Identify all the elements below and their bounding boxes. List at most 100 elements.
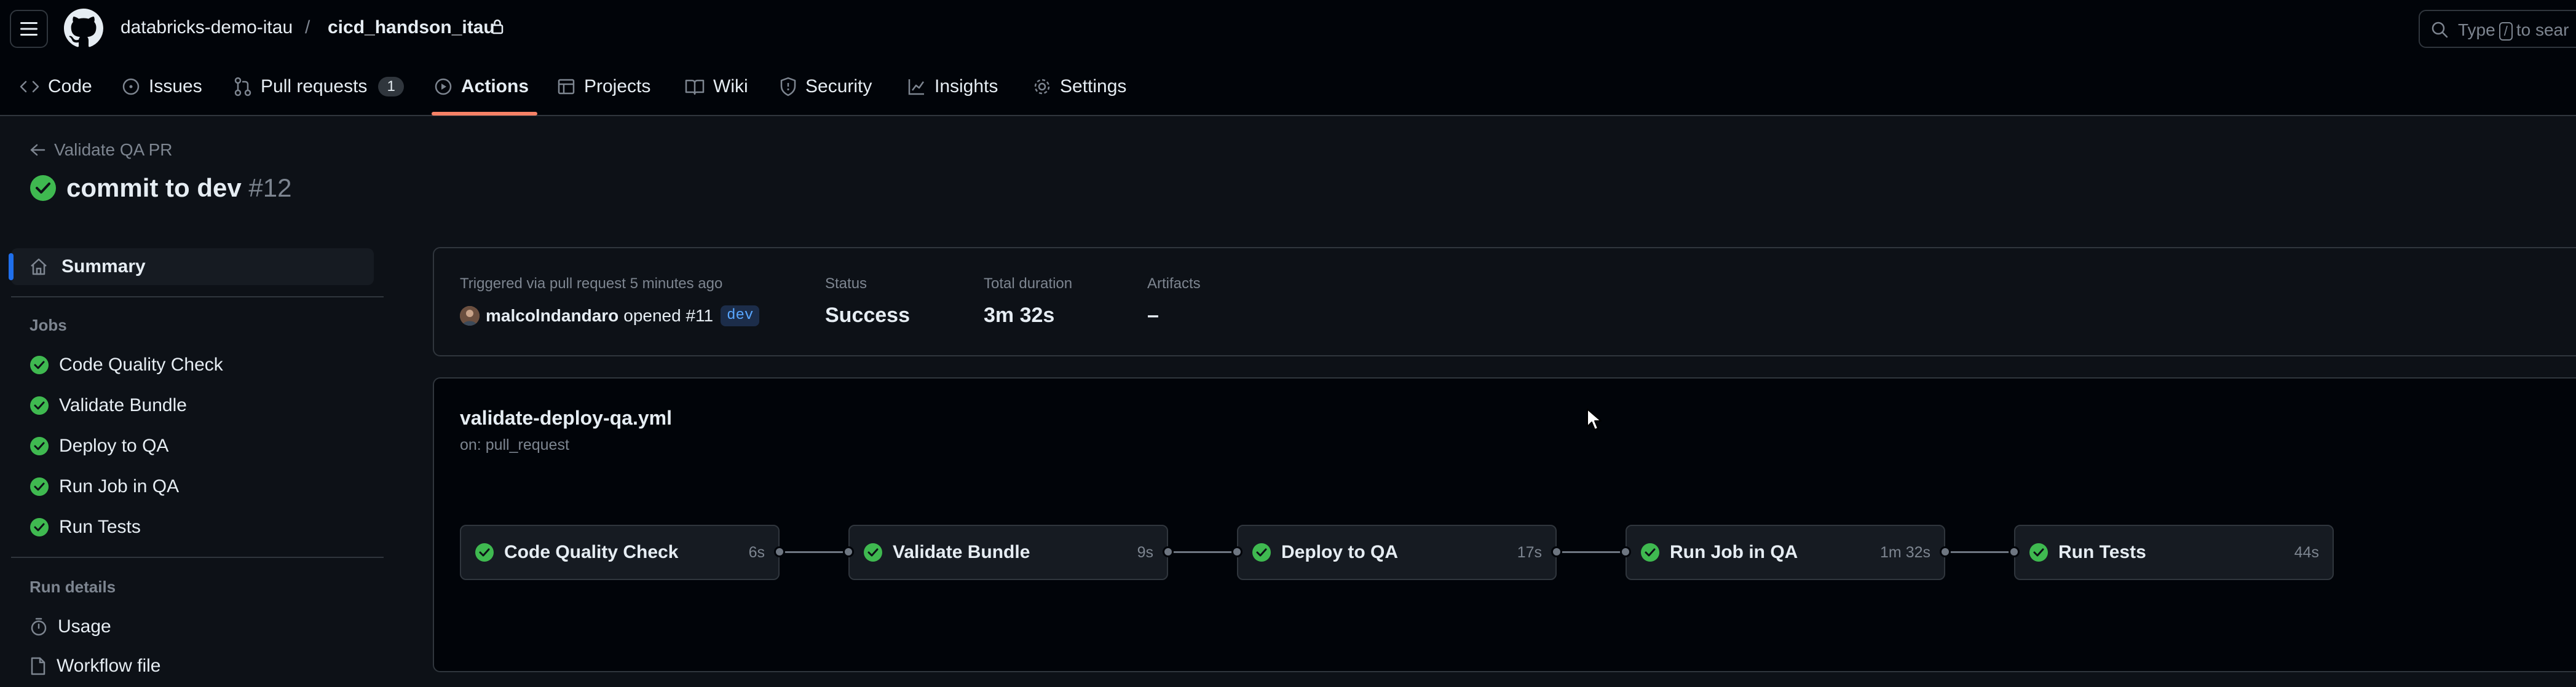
- table-icon: [558, 79, 575, 94]
- sidebar-usage-label: Usage: [58, 616, 111, 637]
- job-node-run-tests[interactable]: Run Tests 44s: [2014, 525, 2334, 580]
- job-node-code-quality-check[interactable]: Code Quality Check 6s: [460, 525, 780, 580]
- job-name: Code Quality Check: [504, 542, 679, 562]
- success-check-icon: [475, 543, 494, 562]
- sidebar-job-label: Run Job in QA: [59, 476, 180, 497]
- success-check-icon: [864, 543, 882, 562]
- search-input[interactable]: Type / to sear: [2419, 10, 2576, 48]
- tab-issues-label: Issues: [149, 76, 202, 96]
- duration-label: Total duration: [984, 275, 1073, 292]
- tab-pull-requests[interactable]: Pull requests 1: [234, 58, 404, 115]
- success-check-icon: [30, 175, 56, 201]
- tab-insights[interactable]: Insights: [907, 58, 998, 115]
- tab-projects[interactable]: Projects: [557, 58, 650, 115]
- tab-pull-requests-label: Pull requests: [261, 76, 368, 96]
- sidebar-job-code-quality-check[interactable]: Code Quality Check: [30, 349, 223, 381]
- sidebar-job-label: Code Quality Check: [59, 355, 223, 375]
- workflow-trigger: on: pull_request: [460, 436, 569, 453]
- tab-code[interactable]: Code: [20, 58, 92, 115]
- sidebar-item-summary[interactable]: Summary: [9, 248, 374, 285]
- file-icon: [31, 657, 45, 675]
- connector-dot: [843, 546, 854, 557]
- search-placeholder: Type / to sear: [2458, 20, 2569, 41]
- success-check-icon: [30, 518, 49, 536]
- sidebar-job-deploy-to-qa[interactable]: Deploy to QA: [30, 430, 168, 462]
- job-connector: [1557, 551, 1624, 553]
- hamburger-icon: [20, 22, 38, 36]
- job-connector: [1945, 551, 2013, 553]
- tab-wiki-label: Wiki: [713, 76, 748, 96]
- job-node-run-job-in-qa[interactable]: Run Job in QA 1m 32s: [1626, 525, 1945, 580]
- branch-badge[interactable]: dev: [721, 305, 760, 326]
- status-value: Success: [825, 304, 910, 327]
- job-duration: 17s: [1517, 543, 1542, 561]
- job-name: Validate Bundle: [893, 542, 1030, 562]
- sidebar-job-run-tests[interactable]: Run Tests: [30, 511, 141, 543]
- job-duration: 6s: [748, 543, 765, 561]
- job-name: Deploy to QA: [1281, 542, 1399, 562]
- sidebar-item-usage[interactable]: Usage: [30, 611, 111, 643]
- search-shortcut-key: /: [2499, 22, 2513, 41]
- connector-dot: [1620, 546, 1631, 557]
- connector-dot: [2009, 546, 2020, 557]
- sidebar-job-validate-bundle[interactable]: Validate Bundle: [30, 390, 187, 422]
- tab-security[interactable]: Security: [780, 58, 872, 115]
- active-item-indicator: [9, 253, 14, 280]
- job-duration: 9s: [1137, 543, 1153, 561]
- active-tab-indicator: [432, 112, 537, 116]
- success-check-icon: [1252, 543, 1271, 562]
- job-node-validate-bundle[interactable]: Validate Bundle 9s: [848, 525, 1168, 580]
- tab-insights-label: Insights: [934, 76, 998, 96]
- global-header: databricks-demo-itau / cicd_handson_itau…: [0, 0, 2576, 58]
- stopwatch-icon: [31, 618, 47, 636]
- jobs-heading: Jobs: [30, 316, 67, 334]
- gear-icon: [1034, 79, 1050, 94]
- trigger-action[interactable]: opened #11: [623, 306, 713, 326]
- sidebar-job-label: Validate Bundle: [59, 395, 187, 415]
- avatar[interactable]: [460, 306, 480, 326]
- mouse-cursor-icon: [1586, 408, 1602, 431]
- success-check-icon: [30, 356, 49, 374]
- book-icon: [685, 79, 705, 95]
- menu-button[interactable]: [10, 10, 48, 48]
- sidebar-divider: [11, 296, 384, 297]
- breadcrumb-separator: /: [305, 17, 310, 37]
- run-title-text: commit to dev: [66, 173, 242, 202]
- run-summary-card: Triggered via pull request 5 minutes ago…: [433, 247, 2576, 356]
- sidebar-item-workflow-file[interactable]: Workflow file: [30, 650, 160, 682]
- github-logo-icon[interactable]: [64, 9, 103, 48]
- repo-owner-link[interactable]: databricks-demo-itau: [121, 17, 293, 38]
- status-label: Status: [825, 275, 867, 292]
- sidebar-job-label: Deploy to QA: [59, 436, 169, 456]
- sidebar-divider: [11, 557, 384, 558]
- home-icon: [31, 258, 47, 275]
- connector-dot: [1940, 546, 1951, 557]
- trigger-label: Triggered via pull request 5 minutes ago: [460, 275, 723, 292]
- artifacts-value: –: [1147, 304, 1159, 327]
- pull-request-icon: [234, 77, 251, 96]
- tab-code-label: Code: [48, 76, 92, 96]
- run-number: #12: [248, 173, 292, 202]
- tab-issues[interactable]: Issues: [122, 58, 202, 115]
- success-check-icon: [30, 396, 49, 415]
- run-details-heading: Run details: [30, 578, 116, 596]
- sidebar-job-run-job-in-qa[interactable]: Run Job in QA: [30, 471, 179, 503]
- success-check-icon: [30, 477, 49, 496]
- tab-settings[interactable]: Settings: [1033, 58, 1126, 115]
- job-connector: [780, 551, 847, 553]
- workflow-graph-card: validate-deploy-qa.yml on: pull_request …: [433, 377, 2576, 672]
- tab-actions[interactable]: Actions: [434, 58, 529, 115]
- code-icon: [20, 80, 39, 92]
- user-link[interactable]: malcolndandaro: [486, 306, 618, 326]
- back-to-workflow-link[interactable]: Validate QA PR: [30, 140, 172, 160]
- play-icon: [435, 78, 452, 95]
- tab-actions-label: Actions: [461, 76, 529, 96]
- sidebar-summary-label: Summary: [61, 256, 146, 277]
- tab-wiki[interactable]: Wiki: [685, 58, 748, 115]
- repo-name-link[interactable]: cicd_handson_itau: [328, 17, 495, 38]
- job-node-deploy-to-qa[interactable]: Deploy to QA 17s: [1237, 525, 1557, 580]
- workflow-file-name[interactable]: validate-deploy-qa.yml: [460, 407, 672, 430]
- arrow-left-icon: [30, 144, 45, 156]
- connector-dot: [1551, 546, 1562, 557]
- connector-dot: [774, 546, 785, 557]
